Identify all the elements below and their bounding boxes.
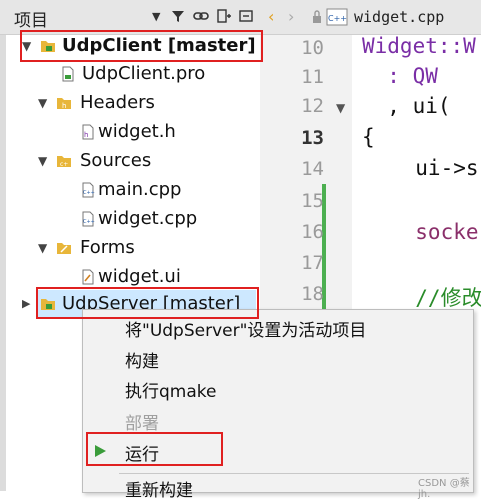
svg-text:h: h [62, 102, 66, 110]
line-number: 10 [301, 37, 324, 59]
cpp-tab-icon: C++ [326, 8, 348, 26]
tree-item-widget-h[interactable]: h widget.h [76, 118, 256, 146]
menu-item-set-active-project[interactable]: 将"UdpServer"设置为活动项目 [125, 316, 366, 341]
svg-text:C++: C++ [328, 14, 347, 23]
tree-item-udpclient-pro[interactable]: UdpClient.pro [56, 60, 256, 88]
fold-arrow-icon[interactable]: ▼ [336, 101, 345, 115]
tree-item-forms[interactable]: ▼ Forms [38, 234, 238, 262]
line-number: 17 [301, 252, 324, 274]
nav-forward-icon[interactable]: › [288, 7, 294, 26]
menu-item-rebuild[interactable]: 重新构建 [125, 476, 193, 501]
nav-back-icon[interactable]: ‹ [268, 7, 274, 26]
highlight-box [36, 287, 259, 319]
tree-label: widget.h [98, 121, 176, 142]
cpp-file-icon: C++ [82, 211, 95, 227]
editor-tabbar: ‹ › C++ widget.cpp [260, 0, 481, 35]
link-icon[interactable] [193, 8, 209, 24]
tree-label: Headers [80, 92, 155, 113]
code-line: , ui( [362, 94, 451, 118]
line-number: 18 [301, 283, 324, 305]
highlight-box [20, 30, 263, 62]
tree-item-headers[interactable]: ▼ h Headers [38, 89, 238, 117]
forms-folder-icon [57, 243, 71, 254]
tree-label: Sources [80, 150, 152, 171]
panel-title: 项目 [14, 11, 48, 31]
ui-file-icon [82, 269, 94, 285]
collapsed-arrow-icon[interactable]: ▶ [22, 290, 30, 318]
expand-arrow-icon[interactable]: ▼ [38, 147, 47, 175]
code-line: socke [390, 220, 479, 244]
tree-label: widget.cpp [98, 208, 198, 229]
tree-item-main-cpp[interactable]: C++ main.cpp [76, 176, 256, 204]
pro-file-icon [62, 66, 74, 82]
line-number: 14 [301, 158, 324, 180]
folder-icon: c+ [57, 156, 71, 168]
expand-arrow-icon[interactable]: ▼ [38, 89, 47, 117]
code-line: { [362, 125, 375, 149]
line-number: 15 [301, 190, 324, 212]
expand-arrow-icon[interactable]: ▼ [38, 234, 47, 262]
menu-item-deploy: 部署 [125, 414, 159, 434]
panel-left-strip [0, 35, 6, 491]
header-file-icon: h [82, 124, 94, 140]
split-icon[interactable] [216, 8, 232, 24]
svg-text:C++: C++ [83, 219, 95, 225]
tree-label: main.cpp [98, 179, 182, 200]
svg-text:C++: C++ [83, 190, 95, 196]
watermark: CSDN @蔡jh. [418, 478, 470, 500]
qt-creator-window: 项目 ▼ ▼ UdpClient [master] UdpClient.pro … [0, 0, 481, 501]
menu-item-run-qmake[interactable]: 执行qmake [125, 377, 216, 402]
highlight-box [86, 432, 223, 466]
code-comment: //修改 [390, 286, 481, 310]
panel-view-dropdown-icon[interactable]: ▼ [152, 10, 160, 23]
code-line: Widget::W [362, 34, 476, 58]
code-line: ui->s [390, 156, 479, 180]
folder-icon: h [57, 98, 71, 110]
line-number-current: 13 [301, 127, 324, 149]
lock-icon [313, 10, 321, 23]
tree-item-sources[interactable]: ▼ c+ Sources [38, 147, 238, 175]
filter-icon[interactable] [170, 8, 186, 24]
tree-label: UdpClient.pro [82, 63, 206, 84]
cpp-file-icon: C++ [82, 182, 95, 198]
tree-label: Forms [80, 237, 135, 258]
file-tab-label[interactable]: widget.cpp [354, 8, 444, 26]
code-line: : QW [362, 64, 438, 88]
close-panel-icon[interactable] [238, 8, 254, 24]
svg-text:c+: c+ [60, 161, 68, 168]
tree-item-widget-cpp[interactable]: C++ widget.cpp [76, 205, 256, 233]
line-number: 12 [301, 95, 324, 117]
line-number: 11 [301, 66, 324, 88]
line-number: 16 [301, 221, 324, 243]
menu-separator [119, 473, 469, 474]
menu-item-build[interactable]: 构建 [125, 347, 159, 372]
svg-text:h: h [84, 131, 88, 139]
